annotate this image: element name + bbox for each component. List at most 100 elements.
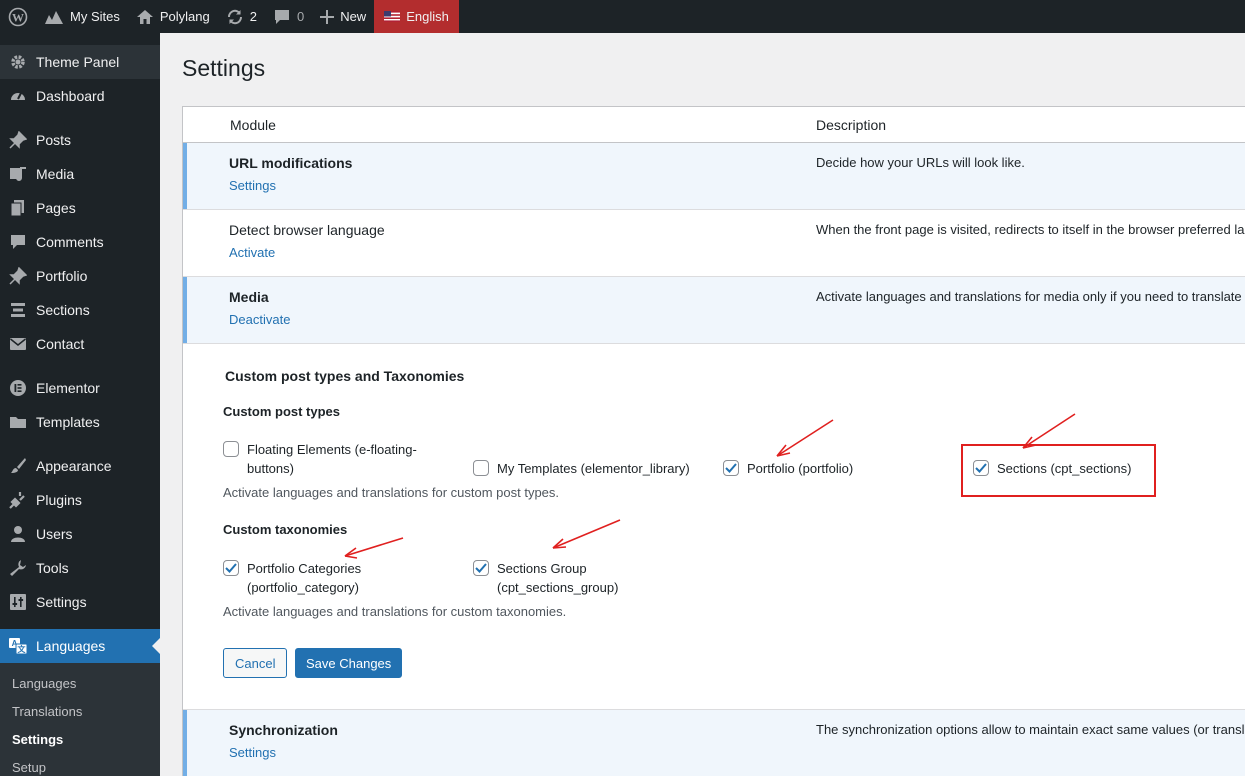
sidebar-label: Dashboard <box>36 88 105 104</box>
main-content: Settings Module Description URL modifica… <box>160 33 1245 776</box>
plus-icon <box>320 9 335 24</box>
pin-icon <box>8 266 28 286</box>
sidebar-item-users[interactable]: Users <box>0 517 160 551</box>
svg-text:W: W <box>12 10 24 24</box>
checkbox-label: My Templates (elementor_library) <box>497 461 690 476</box>
column-header-module[interactable]: Module <box>183 117 816 133</box>
module-row-synchronization: Synchronization Settings The synchroniza… <box>183 710 1245 776</box>
submenu-translations[interactable]: Translations <box>0 697 160 725</box>
checkbox-sections-group[interactable]: Sections Group (cpt_sections_group) <box>473 559 643 597</box>
cpt-heading: Custom post types and Taxonomies <box>225 368 465 384</box>
sidebar-item-portfolio[interactable]: Portfolio <box>0 259 160 293</box>
column-header-description[interactable]: Description <box>816 117 1245 133</box>
pages-icon <box>8 198 28 218</box>
module-settings-link[interactable]: Settings <box>229 745 816 760</box>
home-icon <box>136 9 154 25</box>
sidebar-item-dashboard[interactable]: Dashboard <box>0 79 160 113</box>
checkbox-portfolio-categories[interactable]: Portfolio Categories (portfolio_category… <box>223 559 403 597</box>
checkbox-box[interactable] <box>223 560 239 576</box>
sidebar-label: Tools <box>36 560 69 576</box>
sidebar-item-languages[interactable]: A文 Languages <box>0 629 160 663</box>
sidebar-label: Templates <box>36 414 100 430</box>
sidebar-label: Sections <box>36 302 90 318</box>
module-description: When the front page is visited, redirect… <box>816 222 1245 237</box>
module-deactivate-link[interactable]: Deactivate <box>229 312 816 327</box>
sidebar-label: Pages <box>36 200 76 216</box>
module-description: Decide how your URLs will look like. <box>816 155 1025 170</box>
cancel-button[interactable]: Cancel <box>223 648 288 678</box>
sidebar-item-theme-panel[interactable]: Theme Panel <box>0 45 160 79</box>
brush-icon <box>8 456 28 476</box>
mail-icon <box>8 334 28 354</box>
module-settings-link[interactable]: Settings <box>229 178 816 193</box>
checkbox-box[interactable] <box>723 460 739 476</box>
module-name: Detect browser language <box>229 222 385 238</box>
pin-icon <box>8 130 28 150</box>
annotation-highlight-box <box>961 444 1156 497</box>
gear-icon <box>8 52 28 72</box>
module-activate-link[interactable]: Activate <box>229 245 816 260</box>
checkbox-label: Floating Elements (e-floating-buttons) <box>247 442 417 476</box>
new-label: New <box>340 9 367 24</box>
sites-icon <box>44 9 64 25</box>
submenu-languages[interactable]: Languages <box>0 669 160 697</box>
checkbox-box[interactable] <box>223 441 239 457</box>
languages-submenu: Languages Translations Settings Setup <box>0 663 160 776</box>
sidebar-item-plugins[interactable]: Plugins <box>0 483 160 517</box>
checkbox-label: Sections Group (cpt_sections_group) <box>497 561 619 595</box>
refresh-icon <box>226 8 244 26</box>
us-flag-icon <box>384 11 401 22</box>
new-content-menu[interactable]: New <box>312 0 374 33</box>
comment-icon <box>273 9 291 25</box>
site-name-menu[interactable]: Polylang <box>128 0 218 33</box>
sidebar-item-pages[interactable]: Pages <box>0 191 160 225</box>
checkbox-box[interactable] <box>473 460 489 476</box>
admin-sidebar: Theme Panel Dashboard Posts Media Pages … <box>0 33 160 776</box>
checkbox-portfolio[interactable]: Portfolio (portfolio) <box>723 459 853 478</box>
sidebar-item-elementor[interactable]: Elementor <box>0 371 160 405</box>
sidebar-item-tools[interactable]: Tools <box>0 551 160 585</box>
module-row-url-modifications: URL modifications Settings Decide how yo… <box>183 143 1245 210</box>
language-label: English <box>406 9 449 24</box>
my-sites-menu[interactable]: My Sites <box>36 0 128 33</box>
checkbox-floating-elements[interactable]: Floating Elements (e-floating-buttons) <box>223 440 438 478</box>
sidebar-item-sections[interactable]: Sections <box>0 293 160 327</box>
module-name: Media <box>229 289 269 305</box>
updates-menu[interactable]: 2 <box>218 0 265 33</box>
checkbox-my-templates[interactable]: My Templates (elementor_library) <box>473 459 690 478</box>
page-title: Settings <box>182 55 266 81</box>
sidebar-label: Users <box>36 526 73 542</box>
save-changes-button[interactable]: Save Changes <box>295 648 403 678</box>
module-description: Activate languages and translations for … <box>816 289 1245 304</box>
sidebar-item-media[interactable]: Media <box>0 157 160 191</box>
post-types-heading: Custom post types <box>223 404 341 419</box>
sidebar-item-settings[interactable]: Settings <box>0 585 160 619</box>
sidebar-label: Theme Panel <box>36 54 120 70</box>
sidebar-item-posts[interactable]: Posts <box>0 123 160 157</box>
sidebar-item-contact[interactable]: Contact <box>0 327 160 361</box>
sidebar-item-templates[interactable]: Templates <box>0 405 160 439</box>
comments-menu[interactable]: 0 <box>265 0 312 33</box>
sidebar-item-appearance[interactable]: Appearance <box>0 449 160 483</box>
submenu-setup[interactable]: Setup <box>0 753 160 776</box>
sidebar-label: Posts <box>36 132 72 148</box>
elementor-icon <box>8 378 28 398</box>
module-row-detect-browser-language: Detect browser language Activate When th… <box>183 210 1245 277</box>
sidebar-label: Media <box>36 166 75 182</box>
site-name-label: Polylang <box>159 9 210 24</box>
comments-count: 0 <box>296 9 305 24</box>
checkbox-box[interactable] <box>473 560 489 576</box>
wrench-icon <box>8 558 28 578</box>
post-types-help: Activate languages and translations for … <box>223 485 560 500</box>
sidebar-label: Contact <box>36 336 85 352</box>
wordpress-logo[interactable]: W <box>0 0 36 33</box>
submenu-settings[interactable]: Settings <box>0 725 160 753</box>
module-description: The synchronization options allow to mai… <box>816 722 1245 737</box>
sidebar-item-comments[interactable]: Comments <box>0 225 160 259</box>
module-name: URL modifications <box>229 155 353 171</box>
svg-text:文: 文 <box>18 644 27 654</box>
sidebar-label: Elementor <box>36 380 100 396</box>
language-switcher[interactable]: English <box>374 0 459 33</box>
modules-table: Module Description URL modifications Set… <box>182 106 1245 776</box>
taxonomies-heading: Custom taxonomies <box>223 522 348 537</box>
